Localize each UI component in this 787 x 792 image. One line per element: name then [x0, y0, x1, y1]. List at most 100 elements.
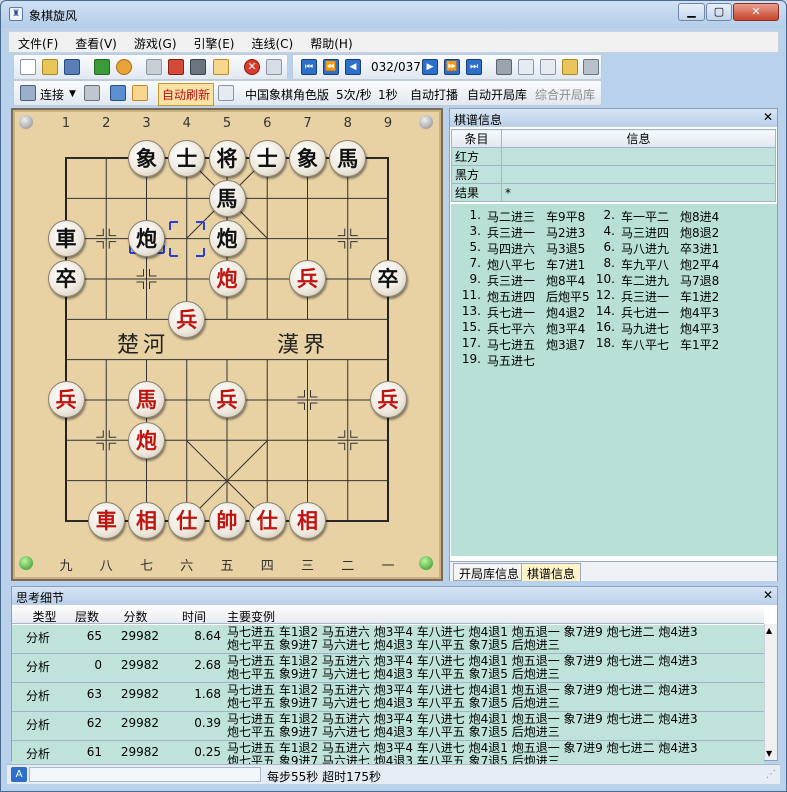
move-red[interactable]: 马四进六	[487, 240, 535, 257]
stop-icon[interactable]: ✕	[244, 59, 260, 75]
menu-engine[interactable]: 引擎(E)	[185, 32, 243, 52]
export-icon[interactable]	[583, 59, 599, 75]
move-black[interactable]: 马2进3	[546, 224, 585, 241]
move-black[interactable]: 炮3退7	[546, 336, 585, 353]
auto-refresh-button[interactable]: 自动刷新	[158, 83, 215, 106]
move-number[interactable]: 2.	[585, 208, 615, 222]
scroll-down-icon[interactable]: ▼	[766, 749, 772, 758]
board-setup-icon[interactable]	[218, 85, 234, 101]
analysis-row[interactable]: 分析 63 29982 1.68 马七进五 车1退2 马五进六 炮3平4 车八进七 炮4…	[12, 683, 764, 712]
move-number[interactable]: 9.	[451, 272, 481, 286]
vertical-scrollbar[interactable]: ▲ ▼	[764, 624, 777, 760]
close-icon[interactable]: ✕	[763, 110, 773, 124]
red-board-icon[interactable]	[168, 59, 184, 75]
monitor-icon[interactable]	[190, 59, 206, 75]
move-black[interactable]: 车9平8	[546, 208, 585, 225]
column-header[interactable]: 时间	[164, 608, 224, 625]
black-piece[interactable]: 将	[208, 139, 246, 177]
picture-icon[interactable]	[562, 59, 578, 75]
close-button[interactable]: ✕	[733, 3, 779, 21]
move-red[interactable]: 兵七平六	[487, 320, 535, 337]
move-number[interactable]: 7.	[451, 256, 481, 270]
move-number[interactable]: 13.	[451, 304, 481, 318]
menu-help[interactable]: 帮助(H)	[301, 32, 360, 52]
move-red[interactable]: 马九进七	[621, 320, 669, 337]
tab-record[interactable]: 棋谱信息	[521, 563, 582, 581]
move-number[interactable]: 19.	[451, 352, 481, 366]
save-icon[interactable]	[64, 59, 80, 75]
black-piece[interactable]: 車	[47, 220, 85, 258]
black-piece[interactable]: 馬	[329, 139, 367, 177]
corner-button[interactable]	[19, 556, 33, 570]
engine-icon[interactable]	[84, 85, 100, 101]
combo-open-book-button[interactable]: 综合开局库	[535, 86, 595, 103]
red-piece[interactable]: 炮	[208, 260, 246, 298]
move-red[interactable]: 车一平二	[621, 208, 669, 225]
move-black[interactable]: 马3退5	[546, 240, 585, 257]
red-piece[interactable]: 帥	[208, 502, 246, 540]
move-red[interactable]: 兵三进一	[487, 224, 535, 241]
connect-button[interactable]: 连接	[40, 86, 64, 103]
auto-play-button[interactable]: 自动打播	[410, 86, 458, 103]
move-black[interactable]: 炮4退2	[546, 304, 585, 321]
move-number[interactable]: 4.	[585, 224, 615, 238]
next-move-icon[interactable]: ▶	[422, 59, 438, 75]
column-header[interactable]: 分数	[107, 608, 164, 625]
corner-button[interactable]	[419, 556, 433, 570]
move-number[interactable]: 10.	[585, 272, 615, 286]
menu-game[interactable]: 游戏(G)	[125, 32, 185, 52]
tools-icon[interactable]	[496, 59, 512, 75]
move-red[interactable]: 兵七进一	[487, 304, 535, 321]
xiangqi-board[interactable]: 123456789 九八七六五四三二一 楚河 漢界 象士将士象馬馬車炮炮卒卒炮兵…	[11, 108, 443, 581]
move-number[interactable]: 6.	[585, 240, 615, 254]
move-black[interactable]: 车7进1	[546, 256, 585, 273]
new-file-icon[interactable]	[20, 59, 36, 75]
move-black[interactable]: 卒3进1	[680, 240, 719, 257]
engine-settings-icon[interactable]	[110, 85, 126, 101]
scroll-up-icon[interactable]: ▲	[766, 626, 772, 635]
move-black[interactable]: 车1平2	[680, 336, 719, 353]
black-piece[interactable]: 馬	[208, 179, 246, 217]
column-header[interactable]: 层数	[67, 608, 107, 625]
move-red[interactable]: 车二进九	[621, 272, 669, 289]
speed-setting[interactable]: 5次/秒	[336, 86, 372, 103]
move-black[interactable]: 马7退8	[680, 272, 719, 289]
first-move-icon[interactable]: ⏮	[301, 59, 317, 75]
move-black[interactable]: 炮4平3	[680, 320, 719, 337]
move-red[interactable]: 车九平八	[621, 256, 669, 273]
move-number[interactable]: 17.	[451, 336, 481, 350]
move-number[interactable]: 14.	[585, 304, 615, 318]
paste-icon[interactable]	[540, 59, 556, 75]
move-number[interactable]: 5.	[451, 240, 481, 254]
move-number[interactable]: 11.	[451, 288, 481, 302]
move-number[interactable]: 3.	[451, 224, 481, 238]
move-red[interactable]: 兵三进一	[621, 288, 669, 305]
move-black[interactable]: 炮8平4	[546, 272, 585, 289]
black-piece[interactable]: 士	[168, 139, 206, 177]
move-black[interactable]: 炮3平4	[546, 320, 585, 337]
info-value[interactable]	[501, 165, 776, 184]
move-black[interactable]: 炮8退2	[680, 224, 719, 241]
move-black[interactable]: 车1进2	[680, 288, 719, 305]
move-number[interactable]: 16.	[585, 320, 615, 334]
analysis-row[interactable]: 分析 65 29982 8.64 马七进五 车1退2 马五进六 炮3平4 车八进七 炮4…	[12, 625, 764, 654]
red-piece[interactable]: 兵	[168, 300, 206, 338]
move-red[interactable]: 车八平七	[621, 336, 669, 353]
move-red[interactable]: 马二进三	[487, 208, 535, 225]
move-red[interactable]: 兵七进一	[621, 304, 669, 321]
black-piece[interactable]: 炮	[208, 220, 246, 258]
move-red[interactable]: 炮八平七	[487, 256, 535, 273]
move-number[interactable]: 15.	[451, 320, 481, 334]
move-number[interactable]: 18.	[585, 336, 615, 350]
move-black[interactable]: 炮8进4	[680, 208, 719, 225]
previous-move-icon[interactable]: ◀	[345, 59, 361, 75]
chevron-down-icon[interactable]: ▼	[69, 89, 76, 99]
rewind-icon[interactable]: ⏪	[323, 59, 339, 75]
move-black[interactable]: 后炮平5	[546, 288, 590, 305]
search-icon[interactable]	[213, 59, 229, 75]
move-red[interactable]: 马五进七	[487, 352, 535, 369]
move-red[interactable]: 兵三进一	[487, 272, 535, 289]
black-piece[interactable]: 士	[248, 139, 286, 177]
menu-connect[interactable]: 连线(C)	[242, 32, 301, 52]
move-red[interactable]: 马七进五	[487, 336, 535, 353]
